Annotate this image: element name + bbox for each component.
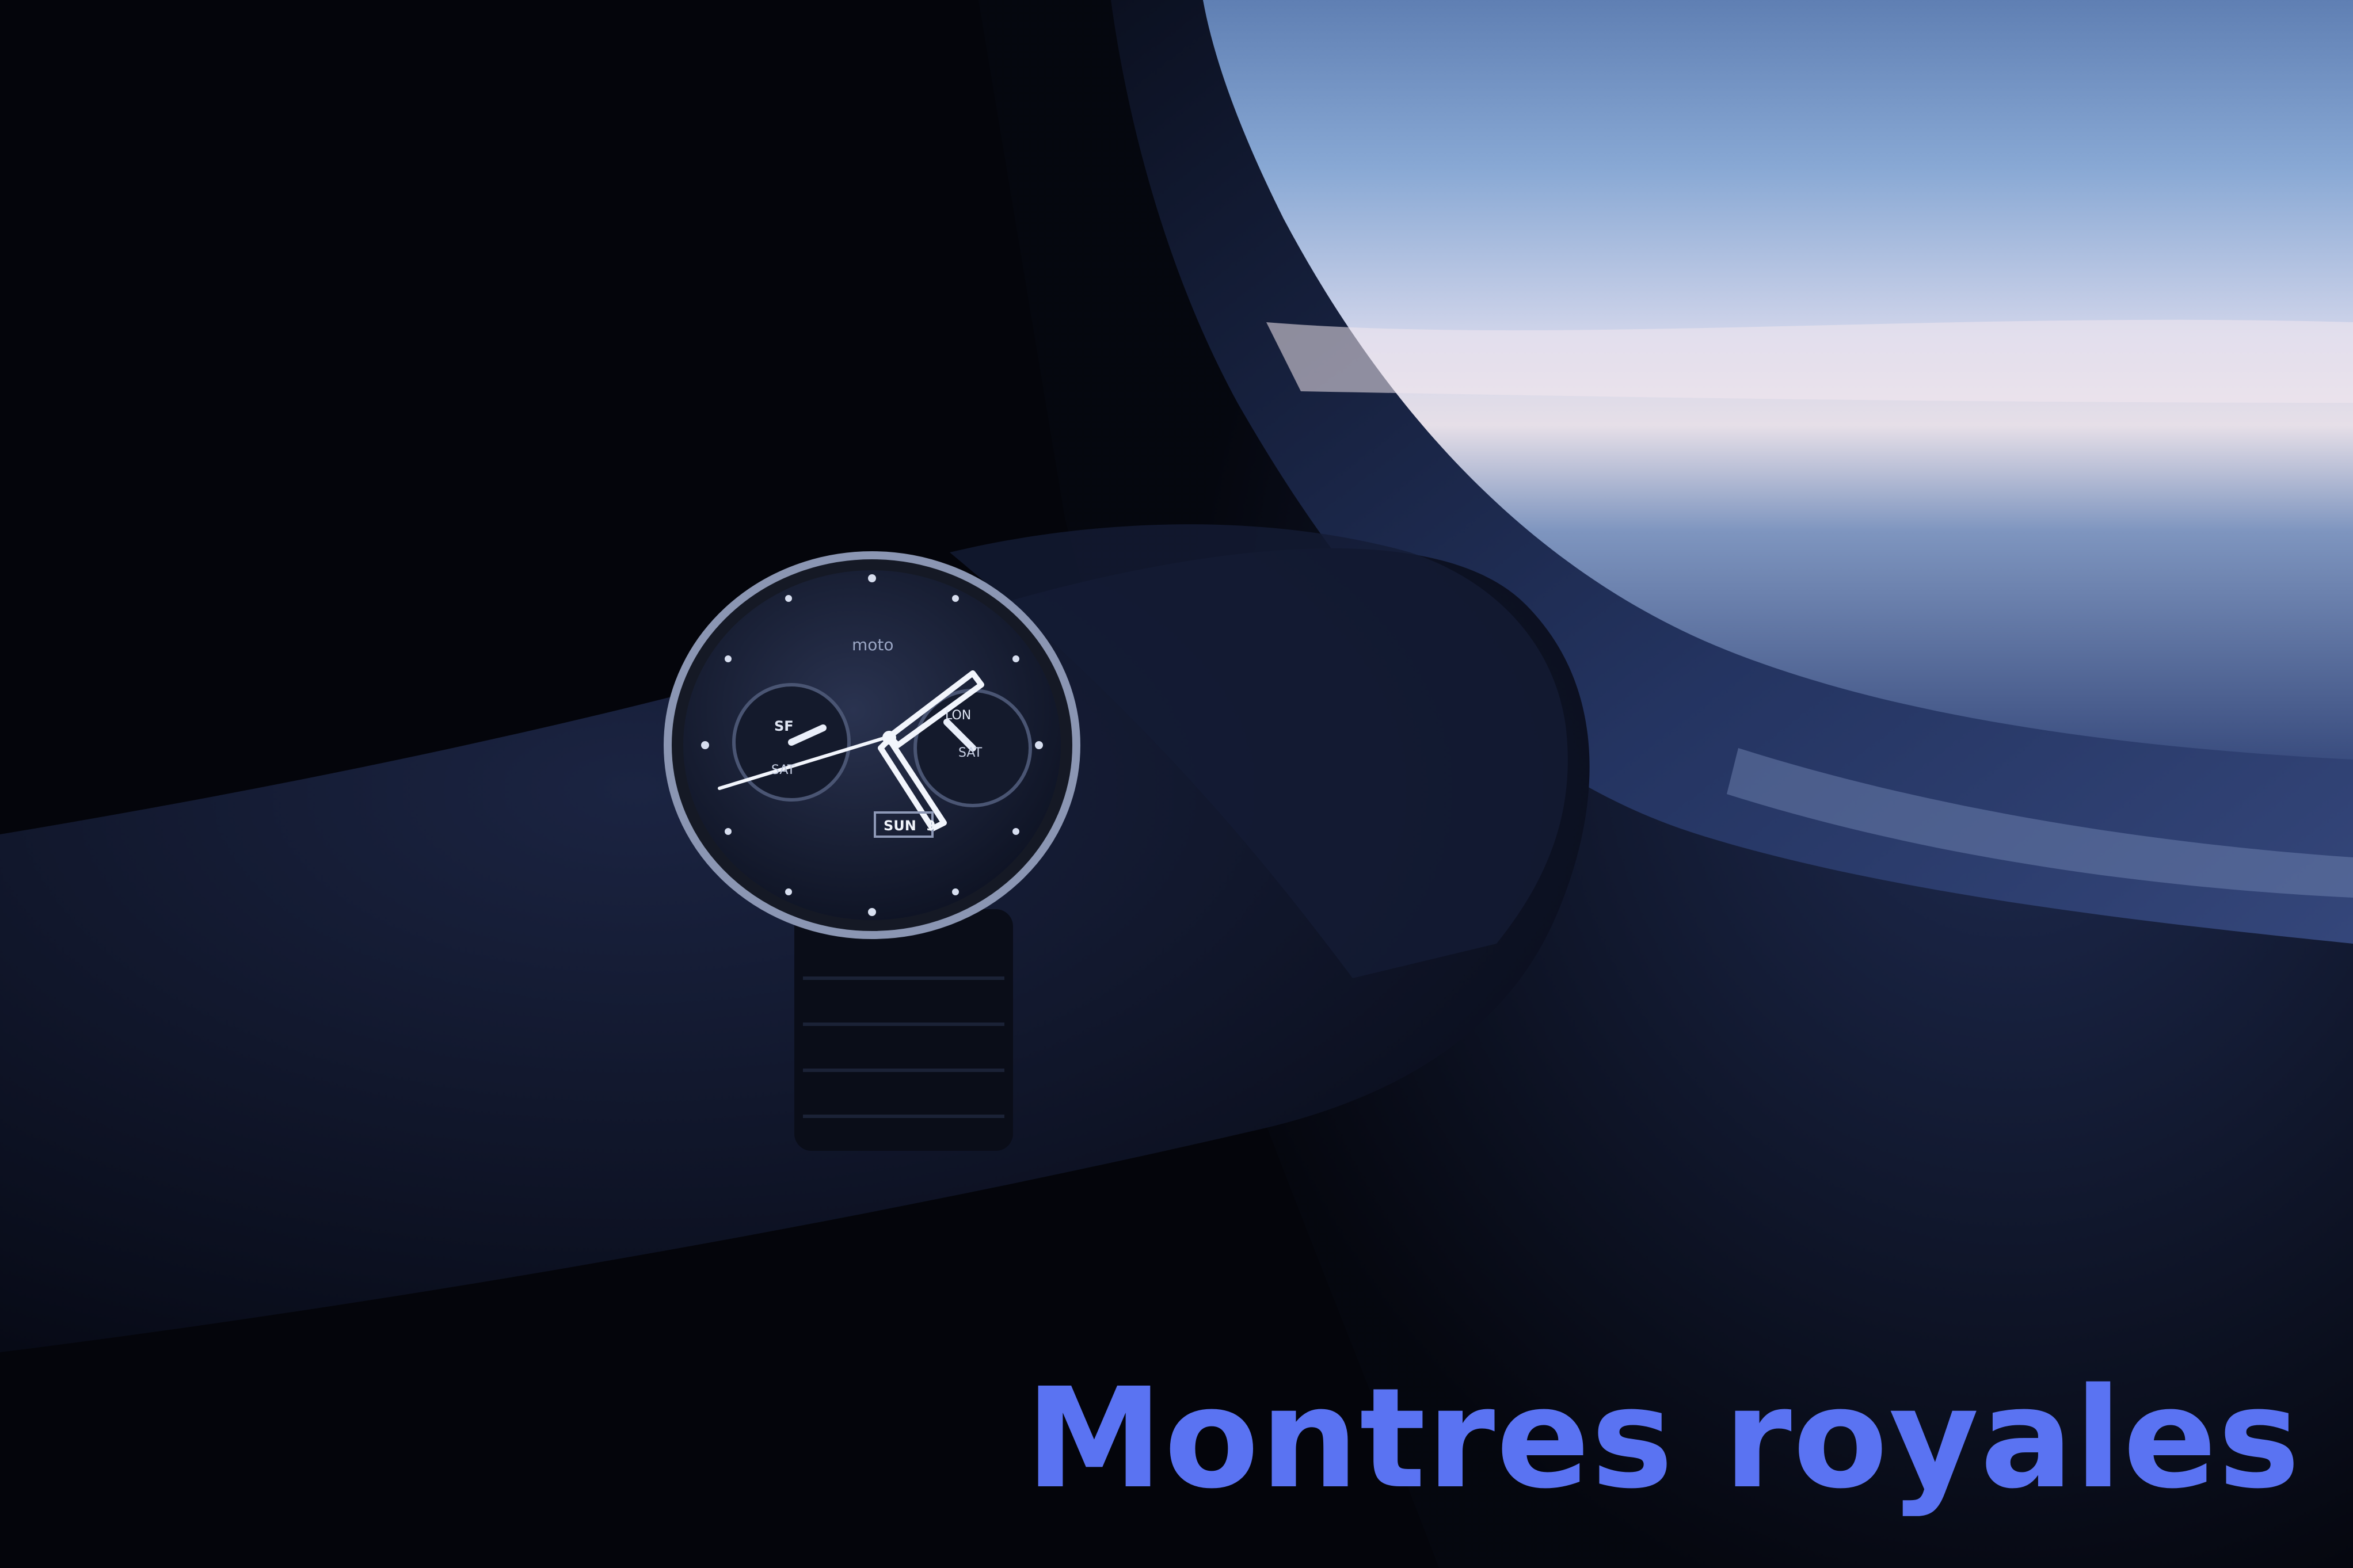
watch-right-day-label: SAT (958, 746, 983, 760)
watch-left-day-label: SAT (771, 763, 795, 777)
watch-brand-label: moto (852, 635, 894, 654)
photo-scene: moto SF SAT LON SAT SUN 9 Montres royale… (0, 0, 2353, 1568)
watch-date-window: SUN 9 (884, 818, 935, 834)
photo-illustration: moto SF SAT LON SAT SUN 9 (0, 0, 2353, 1568)
caption-title: Montres royales (1025, 1358, 2301, 1519)
watch-left-city-label: SF (774, 718, 794, 734)
watch-right-city-label: LON (945, 708, 971, 723)
